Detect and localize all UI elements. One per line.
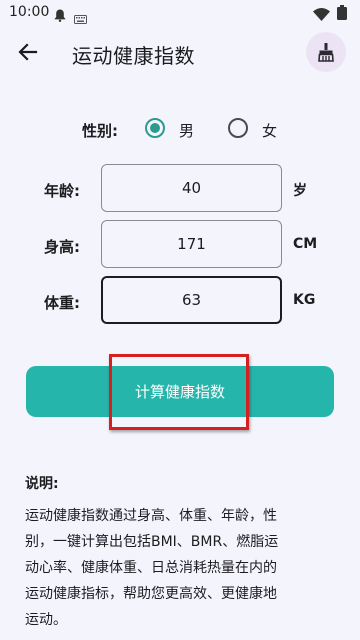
status-bar: 10:00 bbox=[0, 0, 360, 26]
description-line: 运动。 bbox=[25, 612, 67, 628]
radio-male[interactable] bbox=[145, 118, 165, 138]
radio-female[interactable] bbox=[228, 118, 248, 138]
description-line: 运动健康指数通过身高、体重、年龄，性 bbox=[25, 508, 277, 524]
arrow-left-icon bbox=[18, 43, 38, 61]
wifi-icon bbox=[313, 6, 330, 25]
description-line: 别，一键计算出包括BMI、BMR、燃脂运 bbox=[25, 534, 279, 550]
weight-label: 体重: bbox=[44, 294, 80, 312]
weight-unit: KG bbox=[293, 292, 316, 308]
radio-male-label[interactable]: 男 bbox=[179, 120, 194, 141]
description-title: 说明: bbox=[25, 476, 59, 492]
battery-icon bbox=[337, 5, 347, 24]
calculate-button[interactable]: 计算健康指数 bbox=[26, 366, 334, 417]
bell-icon bbox=[54, 7, 66, 26]
cleaning-brush-icon bbox=[318, 43, 334, 62]
height-input[interactable] bbox=[101, 220, 282, 268]
description-line: 运动健康指标，帮助您更高效、更健康地 bbox=[25, 586, 277, 602]
age-label: 年龄: bbox=[44, 182, 80, 200]
height-unit: CM bbox=[293, 236, 318, 252]
gender-label: 性别: bbox=[82, 122, 118, 140]
age-unit: 岁 bbox=[293, 183, 307, 199]
height-label: 身高: bbox=[44, 238, 80, 256]
status-time: 10:00 bbox=[9, 4, 50, 20]
description-line: 动心率、健康体重、日总消耗热量在内的 bbox=[25, 560, 277, 576]
clean-button[interactable] bbox=[306, 32, 346, 72]
back-button[interactable] bbox=[14, 38, 42, 66]
page-title: 运动健康指数 bbox=[72, 44, 195, 68]
age-input[interactable] bbox=[101, 164, 282, 212]
weight-input[interactable] bbox=[101, 276, 282, 324]
description-text: 运动健康指数通过身高、体重、年龄，性 别，一键计算出包括BMI、BMR、燃脂运 … bbox=[25, 503, 335, 633]
app-bar: 运动健康指数 bbox=[0, 26, 360, 82]
gender-row: 性别: 男 女 bbox=[0, 115, 360, 145]
radio-female-label[interactable]: 女 bbox=[262, 120, 277, 141]
